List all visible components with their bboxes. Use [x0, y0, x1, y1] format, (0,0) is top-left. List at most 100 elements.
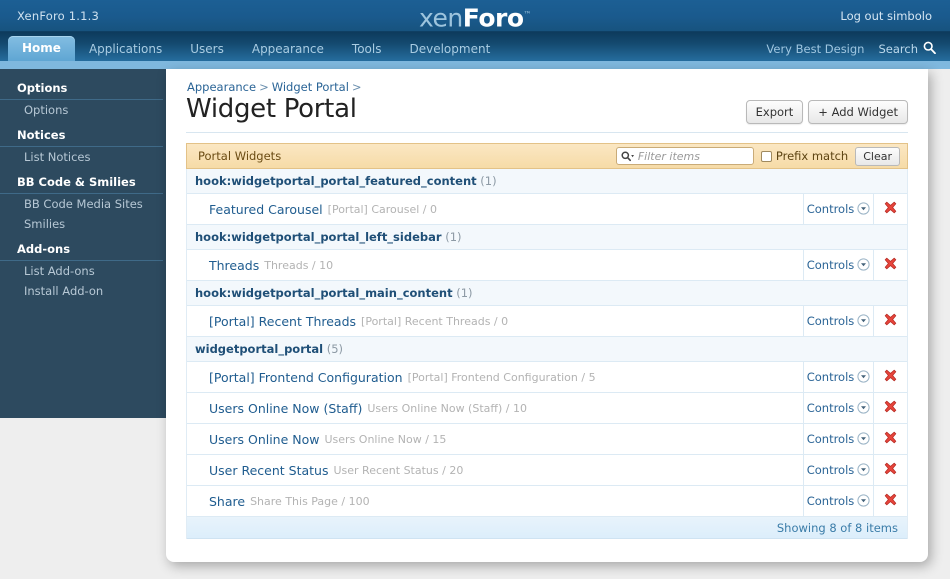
sidebar-item-smilies[interactable]: Smilies	[0, 214, 175, 234]
delete-widget-button[interactable]	[873, 424, 907, 454]
table-row: Users Online Now (Staff) Users Online Now…	[187, 393, 907, 424]
table-group-header: widgetportal_portal (5)	[187, 337, 907, 362]
main-navigation-bar: Home Applications Users Appearance Tools Deve…	[0, 32, 950, 61]
breadcrumb-item[interactable]: Appearance	[187, 80, 256, 94]
nav-tab-home[interactable]: Home	[8, 36, 75, 61]
sidebar-group: Notices List Notices	[0, 124, 175, 167]
chevron-down-circle-icon	[857, 256, 870, 275]
table-group-header: hook:widgetportal_portal_main_content (1…	[187, 281, 907, 306]
delete-widget-button[interactable]	[873, 306, 907, 336]
table-group-header: hook:widgetportal_portal_left_sidebar (1…	[187, 225, 907, 250]
sidebar-item-options[interactable]: Options	[0, 100, 175, 120]
widget-title-link[interactable]: [Portal] Frontend Configuration	[209, 370, 403, 385]
delete-widget-button[interactable]	[873, 486, 907, 516]
group-count: (1)	[441, 230, 462, 244]
delete-x-icon	[883, 312, 898, 331]
nav-tab-appearance[interactable]: Appearance	[238, 38, 338, 61]
nav-tab-tools[interactable]: Tools	[338, 38, 396, 61]
top-bar: XenForo 1.1.3 xenForo™ Log out simbolo	[0, 0, 950, 32]
table-row: [Portal] Frontend Configuration [Portal] …	[187, 362, 907, 393]
sidebar-group-header: BB Code & Smilies	[0, 171, 163, 194]
logout-link[interactable]: Log out simbolo	[840, 9, 932, 23]
controls-dropdown-button[interactable]: Controls	[803, 194, 873, 224]
sidebar-item-install-add-on[interactable]: Install Add-on	[0, 281, 175, 301]
breadcrumb-separator: >	[259, 80, 269, 94]
style-name-link[interactable]: Very Best Design	[766, 42, 864, 56]
controls-dropdown-button[interactable]: Controls	[803, 306, 873, 336]
content-panel: Appearance > Widget Portal > Widget Portal …	[166, 69, 928, 562]
widget-meta-text: [Portal] Recent Threads / 0	[361, 314, 509, 328]
controls-label: Controls	[806, 494, 855, 508]
widget-title-link[interactable]: Threads	[209, 258, 259, 273]
widget-name-cell: Featured Carousel [Portal] Carousel / 0	[187, 194, 803, 224]
table-row: User Recent Status User Recent Status / 2…	[187, 455, 907, 486]
widget-meta-text: Users Online Now / 15	[324, 432, 447, 446]
chevron-down-circle-icon	[857, 312, 870, 331]
search-dropdown-icon	[621, 147, 635, 166]
nav-tab-users[interactable]: Users	[176, 38, 238, 61]
delete-widget-button[interactable]	[873, 194, 907, 224]
group-name: widgetportal_portal	[195, 342, 324, 356]
controls-label: Controls	[806, 370, 855, 384]
delete-x-icon	[883, 200, 898, 219]
controls-dropdown-button[interactable]: Controls	[803, 486, 873, 516]
title-divider	[186, 132, 908, 133]
table-row: Share Share This Page / 100 Controls	[187, 486, 907, 517]
prefix-match-checkbox[interactable]: Prefix match	[760, 149, 848, 163]
widget-meta-text: [Portal] Frontend Configuration / 5	[407, 370, 596, 384]
sidebar-group-header: Add-ons	[0, 238, 163, 261]
group-count: (5)	[323, 342, 344, 356]
controls-label: Controls	[806, 202, 855, 216]
sidebar-item-bb-code-media-sites[interactable]: BB Code Media Sites	[0, 194, 175, 214]
controls-dropdown-button[interactable]: Controls	[803, 393, 873, 423]
delete-widget-button[interactable]	[873, 393, 907, 423]
controls-label: Controls	[806, 463, 855, 477]
table-row: Featured Carousel [Portal] Carousel / 0 Co…	[187, 194, 907, 225]
widget-title-link[interactable]: Users Online Now (Staff)	[209, 401, 362, 416]
delete-widget-button[interactable]	[873, 362, 907, 392]
widget-title-link[interactable]: Featured Carousel	[209, 202, 323, 217]
xenforo-logo: xenForo™	[0, 0, 950, 32]
widget-title-link[interactable]: Users Online Now	[209, 432, 320, 447]
search-button[interactable]: Search	[878, 39, 936, 58]
sidebar-group: BB Code & Smilies BB Code Media Sites Smil…	[0, 171, 175, 234]
panel-header: Portal Widgets Filter items Prefix match…	[186, 143, 908, 169]
widget-name-cell: Threads Threads / 10	[187, 250, 803, 280]
controls-dropdown-button[interactable]: Controls	[803, 250, 873, 280]
nav-tab-list: Home Applications Users Appearance Tools Deve…	[8, 32, 504, 61]
delete-widget-button[interactable]	[873, 250, 907, 280]
controls-label: Controls	[806, 258, 855, 272]
logo-text-bold: Foro	[462, 3, 524, 33]
controls-dropdown-button[interactable]: Controls	[803, 424, 873, 454]
sidebar-group: Add-ons List Add-ons Install Add-on	[0, 238, 175, 301]
chevron-down-circle-icon	[857, 430, 870, 449]
group-name: hook:widgetportal_portal_featured_conten…	[195, 174, 477, 188]
group-count: (1)	[476, 174, 497, 188]
breadcrumb-item[interactable]: Widget Portal	[272, 80, 349, 94]
page-title: Widget Portal	[186, 94, 357, 124]
delete-x-icon	[883, 461, 898, 480]
delete-widget-button[interactable]	[873, 455, 907, 485]
controls-dropdown-button[interactable]: Controls	[803, 362, 873, 392]
nav-tab-applications[interactable]: Applications	[75, 38, 176, 61]
export-button[interactable]: Export	[745, 100, 804, 124]
sidebar-item-list-notices[interactable]: List Notices	[0, 147, 175, 167]
widget-title-link[interactable]: User Recent Status	[209, 463, 328, 478]
widget-title-link[interactable]: [Portal] Recent Threads	[209, 314, 356, 329]
clear-filter-button[interactable]: Clear	[855, 146, 900, 166]
widget-meta-text: Users Online Now (Staff) / 10	[367, 401, 527, 415]
table-row: [Portal] Recent Threads [Portal] Recent T…	[187, 306, 907, 337]
widget-title-link[interactable]: Share	[209, 494, 245, 509]
nav-tab-development[interactable]: Development	[395, 38, 504, 61]
filter-controls: Filter items Prefix match Clear	[615, 146, 907, 166]
controls-dropdown-button[interactable]: Controls	[803, 455, 873, 485]
add-widget-button[interactable]: + Add Widget	[808, 100, 908, 124]
sidebar-item-list-add-ons[interactable]: List Add-ons	[0, 261, 175, 281]
widget-meta-text: [Portal] Carousel / 0	[327, 202, 437, 216]
filter-placeholder: Filter items	[637, 149, 700, 163]
filter-input[interactable]: Filter items	[615, 147, 754, 166]
accent-strip	[0, 61, 950, 69]
search-label: Search	[878, 41, 918, 56]
delete-x-icon	[883, 399, 898, 418]
widget-name-cell: Users Online Now (Staff) Users Online Now…	[187, 393, 803, 423]
